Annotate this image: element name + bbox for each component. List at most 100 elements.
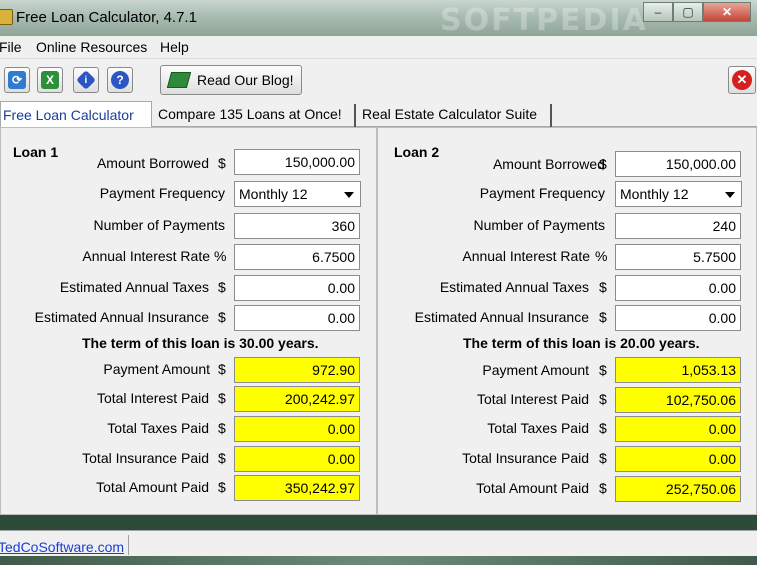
toolbar: ⟳ X i ? Read Our Blog! ✕ [0, 58, 757, 100]
tab-compare-loans[interactable]: Compare 135 Loans at Once! [154, 104, 356, 127]
dollar-sign: $ [599, 279, 607, 295]
excel-export-button[interactable]: X [37, 67, 63, 93]
dollar-sign: $ [218, 450, 226, 466]
loan-2-total-interest-output: 102,750.06 [615, 387, 741, 413]
amount-borrowed-label: Amount Borrowed [96, 155, 209, 171]
menu-help[interactable]: Help [160, 39, 189, 55]
desktop-strip [0, 556, 757, 565]
title-bar: Free Loan Calculator, 4.7.1 SOFTPEDIA – … [0, 0, 757, 38]
number-of-payments-label: Number of Payments [473, 217, 606, 233]
loan-2-title: Loan 2 [394, 144, 440, 160]
loan-2-payment-frequency-value: Monthly 12 [620, 186, 689, 202]
tab-bar: Free Loan Calculator Compare 135 Loans a… [0, 100, 757, 128]
payment-amount-label: Payment Amount [103, 361, 210, 377]
tab-real-estate-suite[interactable]: Real Estate Calculator Suite [358, 104, 552, 127]
read-blog-label: Read Our Blog! [197, 72, 294, 88]
menu-bar: File Online Resources Help [0, 36, 757, 58]
loan-1-insurance-input[interactable]: 0.00 [234, 305, 360, 331]
loan-1-total-interest-output: 200,242.97 [234, 386, 360, 412]
tab-free-loan-calculator[interactable]: Free Loan Calculator [0, 101, 152, 128]
loan-1-panel: Loan 1 Amount Borrowed $ 150,000.00 Paym… [0, 127, 377, 515]
estimated-annual-insurance-label: Estimated Annual Insurance [34, 309, 209, 325]
total-insurance-paid-label: Total Insurance Paid [82, 450, 209, 466]
payment-frequency-label: Payment Frequency [99, 185, 225, 201]
loan-1-amount-borrowed-input[interactable]: 150,000.00 [234, 149, 360, 175]
loan-2-taxes-input[interactable]: 0.00 [615, 275, 741, 301]
total-amount-paid-label: Total Amount Paid [96, 479, 209, 495]
watermark: SOFTPEDIA [440, 3, 648, 38]
payment-amount-label: Payment Amount [482, 362, 589, 378]
payment-frequency-label: Payment Frequency [479, 185, 605, 201]
annual-interest-rate-label: Annual Interest Rate [462, 248, 590, 264]
window-title: Free Loan Calculator, 4.7.1 [16, 9, 197, 26]
amount-borrowed-label: Amount Borrowed [492, 156, 605, 172]
close-window-button[interactable]: ✕ [703, 2, 751, 22]
estimated-annual-insurance-label: Estimated Annual Insurance [414, 309, 589, 325]
status-divider [128, 535, 129, 555]
dollar-sign: $ [218, 155, 226, 171]
exit-icon: ✕ [732, 70, 752, 90]
dollar-sign: $ [599, 309, 607, 325]
loan-1-payment-amount-output: 972.90 [234, 357, 360, 383]
app-icon [0, 9, 13, 25]
loan-1-payment-frequency-select[interactable]: Monthly 12 [234, 181, 361, 207]
estimated-annual-taxes-label: Estimated Annual Taxes [439, 279, 589, 295]
dollar-sign: $ [218, 309, 226, 325]
loan-2-total-insurance-output: 0.00 [615, 446, 741, 472]
annual-interest-rate-label: Annual Interest Rate [82, 248, 210, 264]
info-icon: i [76, 70, 96, 90]
loan-2-insurance-input[interactable]: 0.00 [615, 305, 741, 331]
menu-file[interactable]: File [0, 39, 22, 55]
dollar-sign: $ [599, 391, 607, 407]
window-controls: – ▢ ✕ [643, 2, 751, 22]
loan-2-panel: Loan 2 Amount Borrowed $ 150,000.00 Paym… [377, 127, 757, 515]
excel-icon: X [41, 71, 59, 89]
loan-1-total-insurance-output: 0.00 [234, 446, 360, 472]
loan-2-amount-borrowed-input[interactable]: 150,000.00 [615, 151, 741, 177]
read-blog-button[interactable]: Read Our Blog! [160, 65, 302, 95]
dollar-sign: $ [218, 279, 226, 295]
loan-1-term-text: The term of this loan is 30.00 years. [82, 335, 319, 351]
total-interest-paid-label: Total Interest Paid [96, 390, 209, 406]
loan-2-total-taxes-output: 0.00 [615, 416, 741, 442]
minimize-button[interactable]: – [643, 2, 673, 22]
loan-1-interest-rate-input[interactable]: 6.7500 [234, 244, 360, 270]
percent-sign: % [595, 248, 608, 264]
loan-2-total-amount-output: 252,750.06 [615, 476, 741, 502]
info-button[interactable]: i [73, 67, 99, 93]
exit-button[interactable]: ✕ [728, 66, 756, 94]
chevron-down-icon [725, 192, 735, 198]
loan-2-interest-rate-input[interactable]: 5.7500 [615, 244, 741, 270]
chevron-down-icon [344, 192, 354, 198]
total-taxes-paid-label: Total Taxes Paid [107, 420, 209, 436]
dollar-sign: $ [599, 420, 607, 436]
loan-1-total-taxes-output: 0.00 [234, 416, 360, 442]
status-bar: TedCoSoftware.com [0, 530, 757, 556]
help-button[interactable]: ? [107, 67, 133, 93]
total-taxes-paid-label: Total Taxes Paid [487, 420, 589, 436]
total-amount-paid-label: Total Amount Paid [476, 480, 589, 496]
dollar-sign: $ [218, 361, 226, 377]
menu-online-resources[interactable]: Online Resources [36, 39, 147, 55]
percent-sign: % [214, 248, 227, 264]
loan-2-payment-amount-output: 1,053.13 [615, 357, 741, 383]
number-of-payments-label: Number of Payments [93, 217, 226, 233]
loan-2-number-of-payments-input[interactable]: 240 [615, 213, 741, 239]
loan-2-payment-frequency-select[interactable]: Monthly 12 [615, 181, 742, 207]
loan-2-term-text: The term of this loan is 20.00 years. [463, 335, 700, 351]
website-link[interactable]: TedCoSoftware.com [0, 539, 124, 555]
dollar-sign: $ [218, 420, 226, 436]
total-insurance-paid-label: Total Insurance Paid [462, 450, 589, 466]
loan-1-total-amount-output: 350,242.97 [234, 475, 360, 501]
loan-1-title: Loan 1 [13, 144, 59, 160]
loan-1-number-of-payments-input[interactable]: 360 [234, 213, 360, 239]
refresh-icon: ⟳ [8, 71, 26, 89]
estimated-annual-taxes-label: Estimated Annual Taxes [59, 279, 209, 295]
loan-1-payment-frequency-value: Monthly 12 [239, 186, 308, 202]
refresh-button[interactable]: ⟳ [4, 67, 30, 93]
loan-1-taxes-input[interactable]: 0.00 [234, 275, 360, 301]
dollar-sign: $ [599, 450, 607, 466]
dollar-sign: $ [218, 479, 226, 495]
dollar-sign: $ [599, 480, 607, 496]
maximize-button[interactable]: ▢ [673, 2, 703, 22]
